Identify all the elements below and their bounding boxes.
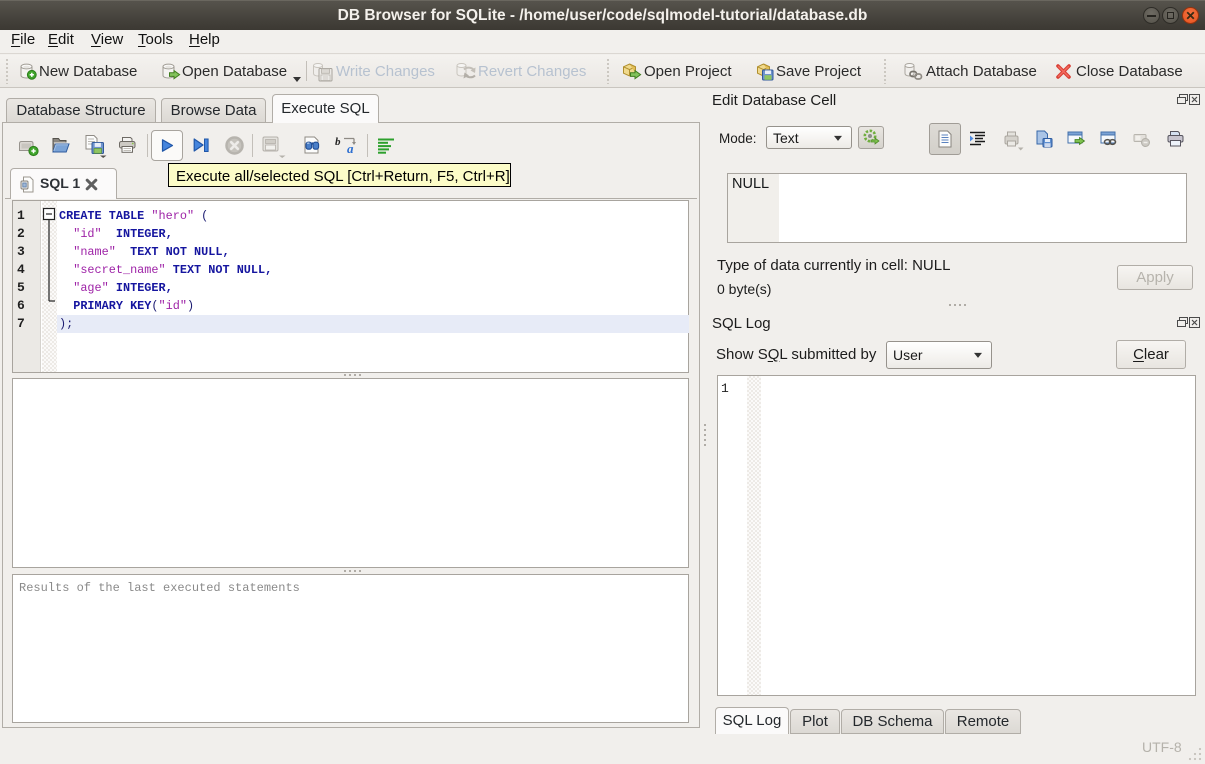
svg-text:b: b (335, 136, 341, 148)
